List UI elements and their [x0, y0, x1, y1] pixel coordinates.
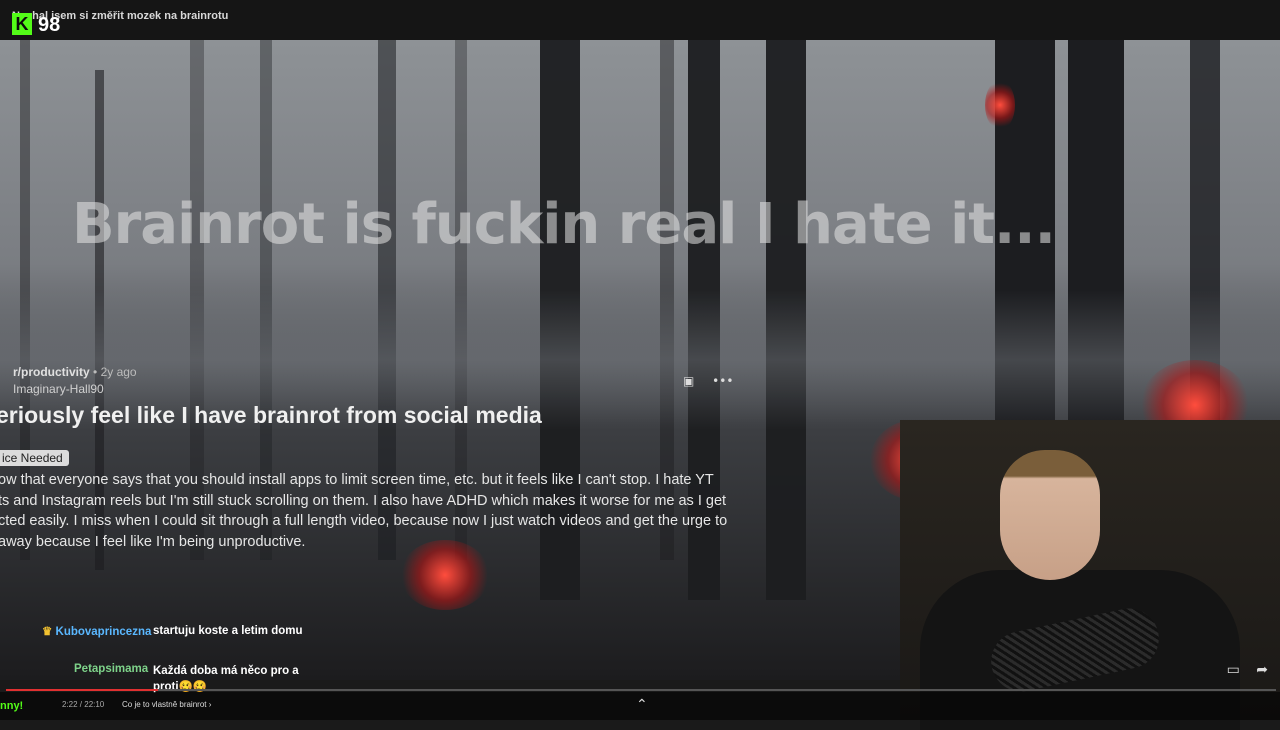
subreddit-name: r/productivity [13, 365, 90, 379]
chat-message: Petapsimama [74, 663, 148, 675]
streamer-head [1000, 450, 1100, 580]
more-icon: ••• [712, 374, 734, 388]
share-icon[interactable]: ➦ [1256, 662, 1268, 678]
chapter-label: Co je to vlastně brainrot [122, 700, 207, 709]
post-body-line: ow that everyone says that you should in… [0, 472, 714, 488]
chat-fragment: nny! [0, 700, 24, 712]
seek-progress [6, 689, 159, 691]
chat-text: startuju koste a letim domu [153, 625, 303, 637]
crown-badge-icon: ♛ [42, 626, 53, 638]
save-icon: ▣ [683, 374, 695, 388]
meta-separator: • [93, 365, 98, 379]
post-body-line: cted easily. I miss when I could sit thr… [0, 513, 728, 529]
seek-bar[interactable] [6, 689, 1276, 691]
overlay-headline: Brainrot is fuckin real I hate it... [72, 192, 1056, 257]
kick-logo-icon: K [12, 13, 32, 35]
viewer-count: 98 [38, 14, 61, 36]
chat-username: Kubovaprincezna [55, 626, 152, 638]
post-age: 2y ago [100, 365, 137, 379]
chevron-up-icon[interactable]: ⌃ [636, 696, 648, 713]
chapter-button[interactable]: Co je to vlastně brainrot › [122, 700, 211, 709]
post-flair: ice Needed [0, 450, 69, 466]
chat-username: Petapsimama [74, 663, 149, 675]
stream-header: Nechal jsem si změřit mozek na brainrotu… [0, 0, 1280, 40]
chat-message: ♛ Kubovaprincezna [42, 624, 151, 638]
time-display: 2:22 / 22:10 [62, 700, 105, 709]
post-username: Imaginary-Hall90 [13, 382, 104, 396]
post-meta: r/productivity • 2y ago [13, 365, 137, 379]
post-body-line: away because I feel like I'm being unpro… [0, 533, 306, 550]
captions-icon[interactable]: ▭ [1227, 662, 1240, 678]
corner-actions: ▭ ➦ [1215, 662, 1268, 678]
post-body-line: ts and Instagram reels but I'm still stu… [0, 492, 727, 509]
post-title: eriously feel like I have brainrot from … [0, 402, 542, 428]
chevron-right-icon: › [208, 700, 212, 709]
red-ember [985, 80, 1015, 130]
post-body: ow that everyone says that you should in… [0, 470, 738, 552]
player-controls: nny! 2:22 / 22:10 Co je to vlastně brain… [0, 692, 1280, 720]
post-actions: ▣ ••• [683, 374, 747, 388]
